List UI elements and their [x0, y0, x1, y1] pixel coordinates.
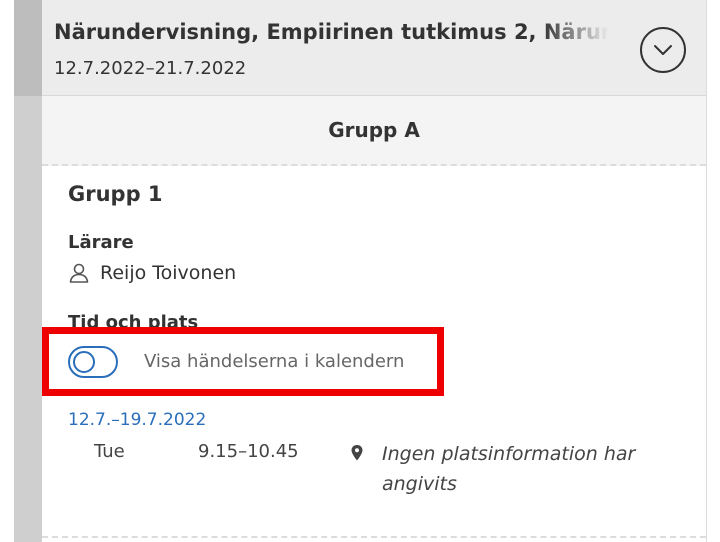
- course-title: Närundervisning, Empiirinen tutkimus 2, …: [54, 20, 609, 44]
- location-pin-icon: [351, 445, 363, 461]
- side-gutter-top: [14, 0, 42, 96]
- calendar-toggle-label[interactable]: Visa händelserna i kalendern: [144, 351, 404, 372]
- group-title: Grupp 1: [68, 182, 163, 206]
- group-header-label: Grupp A: [328, 118, 420, 142]
- toggle-knob: [73, 351, 95, 373]
- teacher-row: Reijo Toivonen: [68, 262, 236, 284]
- left-margin: [0, 0, 14, 542]
- right-margin: [706, 0, 720, 542]
- event-location: Ingen platsinformation har angivits: [382, 443, 636, 495]
- course-header[interactable]: Närundervisning, Empiirinen tutkimus 2, …: [42, 0, 706, 96]
- chevron-down-icon: [654, 45, 672, 55]
- course-dates: 12.7.2022–21.7.2022: [54, 58, 247, 79]
- section-divider: [42, 536, 706, 538]
- event-time: 9.15–10.45: [198, 441, 299, 462]
- teacher-label: Lärare: [68, 232, 134, 253]
- course-card: Närundervisning, Empiirinen tutkimus 2, …: [42, 0, 706, 542]
- expand-button[interactable]: [640, 27, 686, 73]
- teacher-name: Reijo Toivonen: [100, 262, 237, 284]
- calendar-toggle[interactable]: [68, 346, 118, 378]
- person-icon: [69, 263, 89, 283]
- schedule-date-range: 12.7.–19.7.2022: [68, 410, 207, 430]
- event-day: Tue: [94, 441, 125, 462]
- group-header: Grupp A: [42, 96, 706, 166]
